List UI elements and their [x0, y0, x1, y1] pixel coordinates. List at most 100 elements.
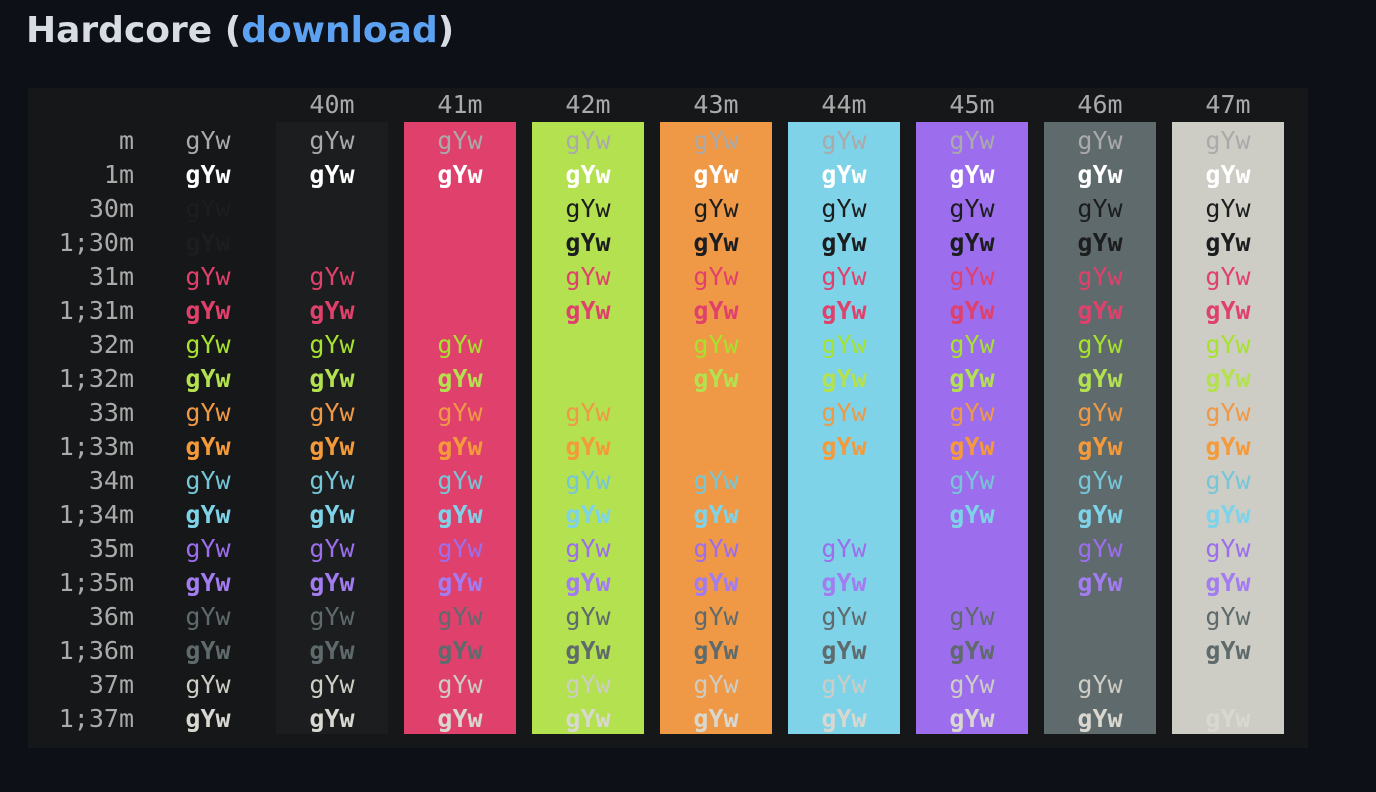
sample-cell: gYw — [1077, 500, 1123, 529]
sample-cell: gYw — [693, 500, 739, 529]
row-label: 1m — [103, 160, 134, 189]
sample-cell: gYw — [949, 466, 995, 495]
sample-cell: gYw — [1205, 602, 1251, 631]
sample-cell: gYw — [1205, 534, 1251, 563]
sample-cell: gYw — [437, 670, 483, 699]
sample-cell: gYw — [1205, 194, 1251, 223]
row-label: 35m — [88, 534, 134, 563]
sample-cell: gYw — [949, 194, 995, 223]
sample-cell: gYw — [821, 670, 867, 699]
sample-cell: gYw — [693, 364, 739, 393]
sample-cell: gYw — [437, 432, 483, 461]
sample-cell: gYw — [821, 160, 867, 189]
sample-cell: gYw — [309, 364, 355, 393]
sample-cell: gYw — [693, 296, 739, 325]
sample-cell: gYw — [309, 126, 355, 155]
sample-cell: gYw — [1077, 364, 1123, 393]
sample-cell: gYw — [309, 398, 355, 427]
sample-cell: gYw — [185, 160, 231, 189]
sample-cell: gYw — [1077, 466, 1123, 495]
sample-cell: gYw — [1077, 228, 1123, 257]
sample-cell: gYw — [565, 500, 611, 529]
sample-cell: gYw — [949, 262, 995, 291]
sample-cell: gYw — [1205, 262, 1251, 291]
sample-cell: gYw — [309, 704, 355, 733]
sample-cell: gYw — [437, 398, 483, 427]
row-label: 1;35m — [58, 568, 134, 597]
sample-cell: gYw — [1205, 568, 1251, 597]
sample-cell: gYw — [1205, 126, 1251, 155]
sample-cell: gYw — [437, 500, 483, 529]
sample-cell: gYw — [437, 534, 483, 563]
sample-cell: gYw — [437, 704, 483, 733]
column-header-42m: 42m — [565, 90, 611, 119]
sample-cell: gYw — [1077, 534, 1123, 563]
sample-cell: gYw — [693, 704, 739, 733]
sample-cell: gYw — [821, 398, 867, 427]
row-label: 1;31m — [58, 296, 134, 325]
sample-cell: gYw — [565, 568, 611, 597]
column-header-46m: 46m — [1077, 90, 1123, 119]
sample-cell: gYw — [1205, 330, 1251, 359]
sample-cell: gYw — [949, 330, 995, 359]
sample-cell: gYw — [185, 296, 231, 325]
sample-cell: gYw — [949, 670, 995, 699]
row-label: 34m — [88, 466, 134, 495]
sample-cell: gYw — [565, 126, 611, 155]
sample-cell: gYw — [1077, 670, 1123, 699]
sample-cell: gYw — [437, 160, 483, 189]
sample-cell: gYw — [309, 432, 355, 461]
sample-cell: gYw — [565, 534, 611, 563]
sample-cell: gYw — [693, 262, 739, 291]
sample-cell: gYw — [437, 126, 483, 155]
sample-cell: gYw — [565, 398, 611, 427]
sample-cell: gYw — [821, 568, 867, 597]
section-heading: Hardcore (download) — [26, 10, 454, 51]
sample-cell: gYw — [693, 160, 739, 189]
sample-cell: gYw — [309, 636, 355, 665]
row-label: 36m — [88, 602, 134, 631]
sample-cell: gYw — [1077, 704, 1123, 733]
sample-cell: gYw — [1205, 228, 1251, 257]
sample-cell: gYw — [693, 126, 739, 155]
row-label: 30m — [88, 194, 134, 223]
sample-cell: gYw — [1077, 262, 1123, 291]
sample-cell: gYw — [565, 466, 611, 495]
row-label: 31m — [88, 262, 134, 291]
sample-cell: gYw — [309, 670, 355, 699]
sample-cell: gYw — [309, 330, 355, 359]
sample-cell: gYw — [565, 160, 611, 189]
sample-cell: gYw — [185, 534, 231, 563]
sample-cell: gYw — [565, 194, 611, 223]
sample-cell: gYw — [949, 296, 995, 325]
sample-cell: gYw — [1077, 296, 1123, 325]
sample-cell: gYw — [1077, 398, 1123, 427]
sample-cell: gYw — [565, 262, 611, 291]
sample-cell: gYw — [1205, 432, 1251, 461]
sample-cell: gYw — [185, 364, 231, 393]
sample-cell: gYw — [437, 364, 483, 393]
sample-cell: gYw — [949, 602, 995, 631]
sample-cell: gYw — [821, 602, 867, 631]
sample-cell: gYw — [185, 466, 231, 495]
sample-cell: gYw — [565, 636, 611, 665]
sample-cell: gYw — [565, 228, 611, 257]
sample-cell: gYw — [185, 262, 231, 291]
sample-cell: gYw — [1205, 500, 1251, 529]
sample-cell: gYw — [1205, 636, 1251, 665]
download-link[interactable]: download — [241, 10, 438, 51]
sample-cell: gYw — [693, 534, 739, 563]
row-label: 1;36m — [58, 636, 134, 665]
sample-cell: gYw — [949, 126, 995, 155]
sample-cell: gYw — [185, 398, 231, 427]
row-label: 33m — [88, 398, 134, 427]
sample-cell: gYw — [309, 568, 355, 597]
sample-cell: gYw — [821, 194, 867, 223]
sample-cell: gYw — [949, 364, 995, 393]
sample-cell: gYw — [1205, 398, 1251, 427]
sample-cell: gYw — [309, 262, 355, 291]
heading-title: Hardcore — [26, 10, 213, 51]
sample-cell: gYw — [821, 262, 867, 291]
row-label: 1;37m — [58, 704, 134, 733]
sample-cell: gYw — [949, 228, 995, 257]
